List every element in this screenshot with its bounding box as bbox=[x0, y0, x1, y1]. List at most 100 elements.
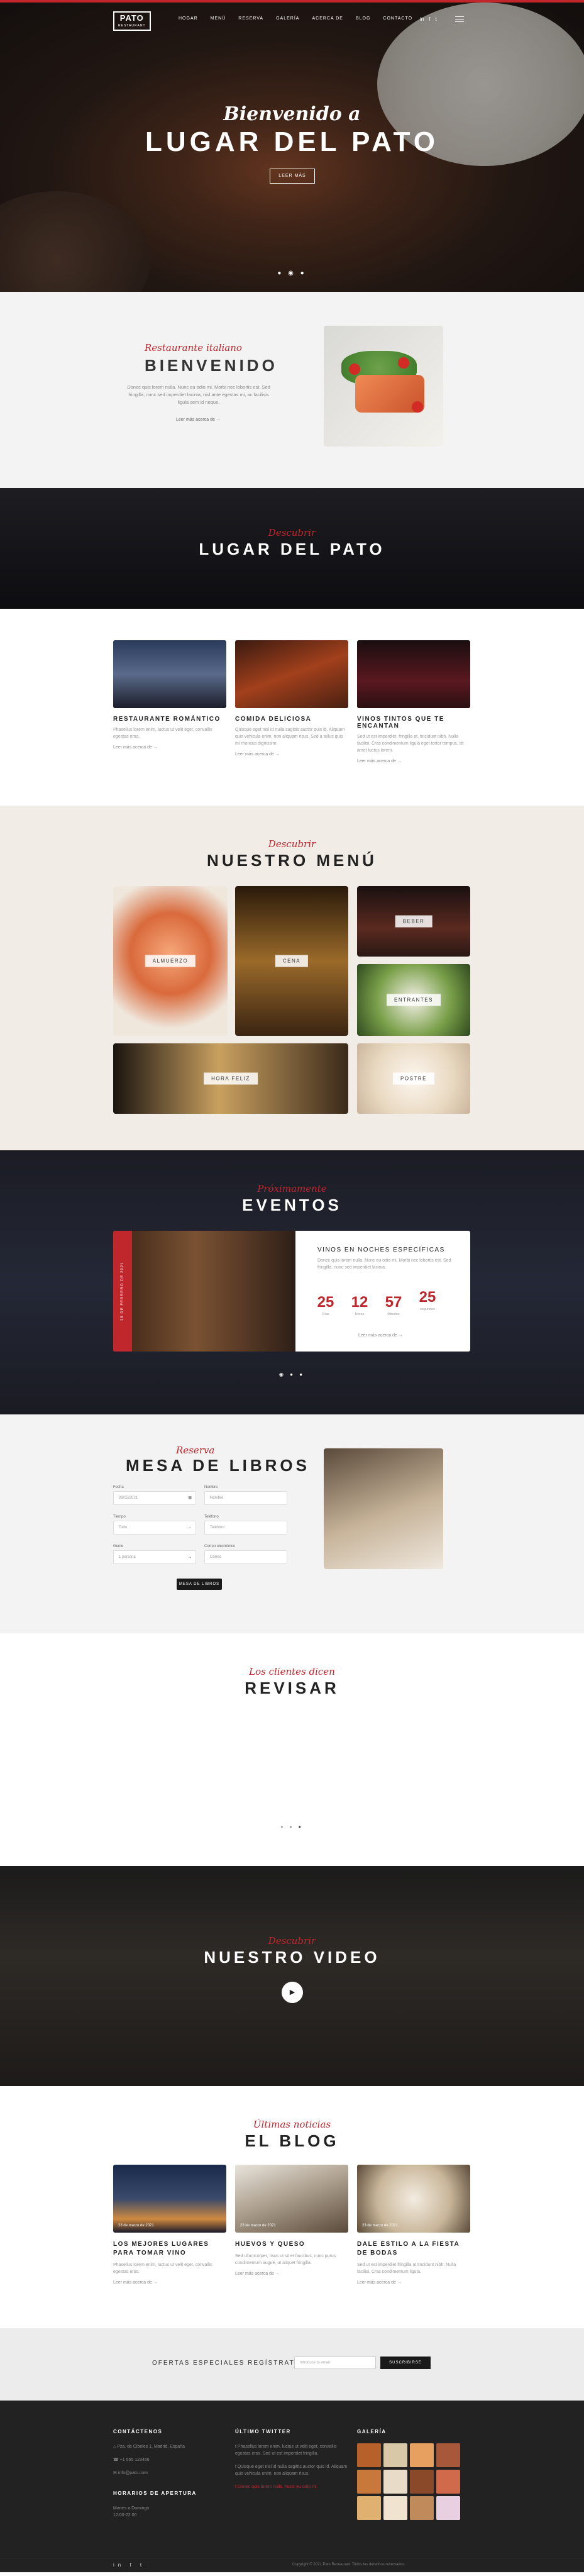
feature-title: COMIDA DELICIOSA bbox=[235, 716, 312, 723]
video-title: NUESTRO VIDEO bbox=[204, 1948, 380, 1967]
phone-input[interactable]: Teléfono bbox=[204, 1521, 287, 1535]
gallery-thumb[interactable] bbox=[357, 2470, 381, 2494]
menu-tile-hora-feliz[interactable]: HORA FELIZ bbox=[113, 1043, 348, 1114]
blog-post-text: Sed ullamcorper, risus ut sit et faucibu… bbox=[235, 2254, 336, 2265]
blog-post-text: Phasellus lorem enim, luctus ut velit eg… bbox=[113, 2263, 212, 2274]
menu-tile-cena[interactable]: CENA bbox=[235, 886, 348, 1036]
book-table-button[interactable]: MESA DE LIBROS bbox=[177, 1579, 222, 1590]
reservation-section: Reserva MESA DE LIBROS Fecha 28/02/2021 ▦ … bbox=[0, 1414, 584, 1633]
nav-item-contacto[interactable]: CONTACTO bbox=[383, 16, 412, 21]
gallery-thumb[interactable] bbox=[436, 2443, 460, 2467]
feature-text: Phasellus lorem enim, luctus ut velit eg… bbox=[113, 728, 212, 739]
feature-read-more-link[interactable]: Leer más acerca de → bbox=[357, 759, 470, 763]
gallery-thumb[interactable] bbox=[357, 2496, 381, 2520]
blog-read-more-link[interactable]: Leer más acerca de → bbox=[235, 2272, 348, 2276]
blog-image: 23 de marzo de 2021 bbox=[113, 2165, 226, 2233]
gallery-thumb[interactable] bbox=[410, 2470, 434, 2494]
hero-slider-dots[interactable]: ● ◉ ● bbox=[0, 270, 584, 277]
menu-tile-beber[interactable]: BEBER bbox=[357, 886, 470, 957]
nav-item-galeria[interactable]: GALERÍA bbox=[276, 16, 299, 21]
blog-read-more-link[interactable]: Leer más acerca de → bbox=[357, 2280, 470, 2285]
countdown-seconds: 25 segundos bbox=[419, 1289, 436, 1311]
people-field: Gente 1 persona ⌄ bbox=[113, 1545, 196, 1564]
footer-contact-title: CONTÁCTENOS bbox=[113, 2429, 163, 2434]
blog-read-more-link[interactable]: Leer más acerca de → bbox=[113, 2280, 226, 2285]
blog-post-card[interactable]: 23 de marzo de 2021 HUEVOS Y QUESO Sed u… bbox=[235, 2165, 348, 2276]
events-slider-dots[interactable]: ◉ ● ● bbox=[0, 1372, 584, 1377]
newsletter-label: OFERTAS ESPECIALES REGÍSTRATE bbox=[152, 2360, 300, 2367]
feature-read-more-link[interactable]: Leer más acerca de → bbox=[113, 745, 226, 750]
footer-email[interactable]: ✉ info@pato.com bbox=[113, 2470, 214, 2477]
nav-item-blog[interactable]: BLOG bbox=[356, 16, 370, 21]
twitter-icon: t bbox=[235, 2445, 236, 2449]
gallery-thumb[interactable] bbox=[436, 2470, 460, 2494]
reviews-slider-dots[interactable]: ● ● ● bbox=[0, 1825, 584, 1829]
reviews-subtitle: Los clientes dicen bbox=[249, 1666, 335, 1677]
event-read-more-link[interactable]: Leer más acerca de → bbox=[358, 1333, 403, 1338]
gallery-grid bbox=[357, 2443, 460, 2520]
chevron-down-icon: ⌄ bbox=[188, 1526, 192, 1530]
feature-text: Sed ut est imperdiet, fringilla at, tinc… bbox=[357, 735, 464, 753]
site-logo[interactable]: PATO RESTAURANT bbox=[113, 11, 151, 31]
people-select[interactable]: 1 persona ⌄ bbox=[113, 1550, 196, 1564]
phone-field: Teléfono Teléfono bbox=[204, 1515, 287, 1535]
footer-social-links[interactable]: in f t bbox=[113, 2562, 145, 2568]
blog-post-title[interactable]: HUEVOS Y QUESO bbox=[235, 2240, 348, 2249]
feature-card: VINOS TINTOS QUE TE ENCANTAN Sed ut est … bbox=[357, 640, 470, 763]
newsletter-section: OFERTAS ESPECIALES REGÍSTRATE Introduce … bbox=[0, 2328, 584, 2401]
email-input[interactable]: Correo bbox=[204, 1550, 287, 1564]
gallery-thumb[interactable] bbox=[383, 2470, 407, 2494]
blog-post-card[interactable]: 23 de marzo de 2021 LOS MEJORES LUGARES … bbox=[113, 2165, 226, 2285]
feature-card: RESTAURANTE ROMÁNTICO Phasellus lorem en… bbox=[113, 640, 226, 750]
welcome-subtitle: Restaurante italiano bbox=[145, 342, 242, 353]
date-input[interactable]: 28/02/2021 ▦ bbox=[113, 1491, 196, 1505]
blog-subtitle: Últimas noticias bbox=[253, 2119, 331, 2130]
nav-item-acerca[interactable]: ACERCA DE bbox=[312, 16, 343, 21]
name-input[interactable]: Nombre bbox=[204, 1491, 287, 1505]
nav-item-hogar[interactable]: HOGAR bbox=[179, 16, 198, 21]
name-field: Nombre Nombre bbox=[204, 1485, 287, 1505]
menu-tile-postre[interactable]: POSTRE bbox=[357, 1043, 470, 1114]
time-select[interactable]: Todo ⌄ bbox=[113, 1521, 196, 1535]
nav-item-menu[interactable]: MENÚ bbox=[211, 16, 226, 21]
gallery-thumb[interactable] bbox=[410, 2496, 434, 2520]
play-icon[interactable]: ▶ bbox=[282, 1982, 303, 2003]
menu-tile-entrantes[interactable]: ENTRANTES bbox=[357, 964, 470, 1036]
hero-read-more-button[interactable]: LEER MÁS bbox=[270, 169, 315, 184]
logo-text: PATO bbox=[119, 13, 144, 23]
twitter-icon[interactable]: t bbox=[435, 16, 436, 22]
reservation-subtitle: Reserva bbox=[176, 1445, 215, 1456]
nav-item-reserva[interactable]: RESERVA bbox=[238, 16, 263, 21]
banner-title: LUGAR DEL PATO bbox=[199, 540, 385, 558]
welcome-read-more-link[interactable]: Leer más acerca de → bbox=[176, 418, 221, 422]
gallery-thumb[interactable] bbox=[410, 2443, 434, 2467]
subscribe-button[interactable]: SUSCRIBIRSE bbox=[380, 2357, 431, 2369]
gallery-thumb[interactable] bbox=[383, 2443, 407, 2467]
blog-image: 23 de marzo de 2021 bbox=[235, 2165, 348, 2233]
menu-title: NUESTRO MENÚ bbox=[207, 851, 377, 870]
gallery-thumb[interactable] bbox=[436, 2496, 460, 2520]
menu-tile-almuerzo[interactable]: ALMUERZO bbox=[113, 886, 228, 1036]
hero-title: LUGAR DEL PATO bbox=[145, 126, 439, 157]
footer-bottom-bar: in f t Copyright © 2021 Pato Restaurant.… bbox=[0, 2558, 584, 2572]
feature-card: COMIDA DELICIOSA Quisque eget nisl id nu… bbox=[235, 640, 348, 757]
newsletter-email-input[interactable]: Introduce tu email bbox=[294, 2357, 376, 2369]
blog-post-title[interactable]: LOS MEJORES LUGARES PARA TOMAR VINO bbox=[113, 2240, 226, 2258]
copyright: Copyright © 2021 Pato Restaurant. Todos … bbox=[292, 2563, 405, 2567]
facebook-icon[interactable]: f bbox=[429, 16, 430, 22]
countdown-days: 25 Días bbox=[317, 1294, 334, 1316]
event-image bbox=[113, 1231, 295, 1352]
linkedin-icon[interactable]: in bbox=[420, 16, 424, 22]
gallery-thumb[interactable] bbox=[357, 2443, 381, 2467]
logo-subtext: RESTAURANT bbox=[118, 24, 146, 28]
feature-title: VINOS TINTOS QUE TE ENCANTAN bbox=[357, 716, 444, 730]
blog-post-card[interactable]: 23 de marzo de 2021 DALE ESTILO A LA FIE… bbox=[357, 2165, 470, 2285]
gallery-thumb[interactable] bbox=[383, 2496, 407, 2520]
footer-gallery-title: GALERÍA bbox=[357, 2429, 387, 2434]
reviews-section: Los clientes dicen REVISAR ● ● ● bbox=[0, 1633, 584, 1866]
feature-read-more-link[interactable]: Leer más acerca de → bbox=[235, 752, 348, 757]
hamburger-menu-icon[interactable] bbox=[455, 16, 464, 24]
blog-post-title[interactable]: DALE ESTILO A LA FIESTA DE BODAS bbox=[357, 2240, 470, 2258]
footer-twitter: ÚLTIMO TWITTER t Phasellus lorem enim, l… bbox=[235, 2429, 348, 2497]
blog-post-text: Sed ut est imperdiet fringilla at tincid… bbox=[357, 2263, 456, 2274]
